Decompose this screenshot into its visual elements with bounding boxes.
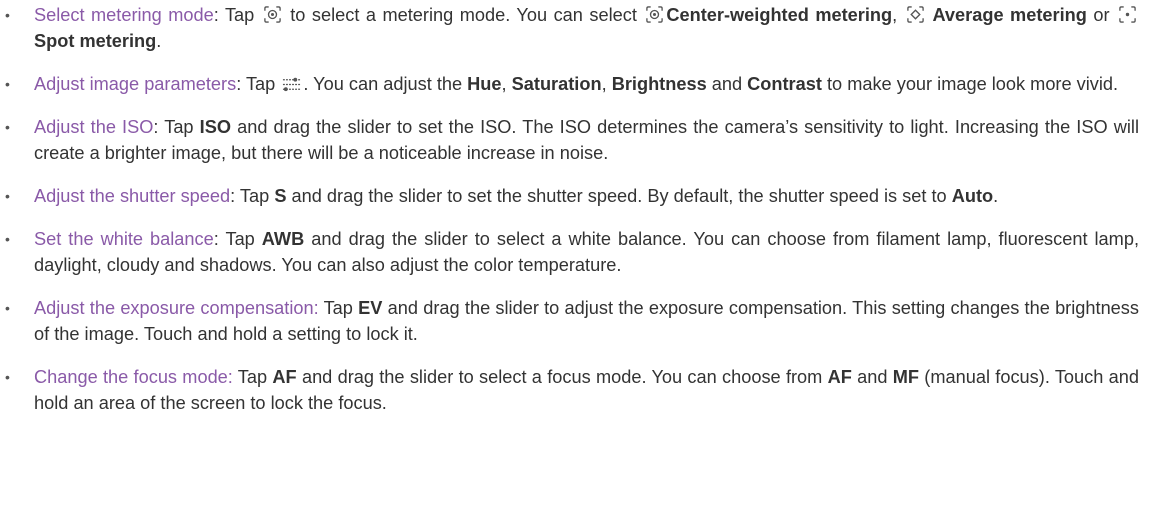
body-text: , <box>501 74 512 94</box>
body-text: : Tap <box>236 74 281 94</box>
body-text: Tap <box>232 367 273 387</box>
ui-term: AWB <box>261 229 305 249</box>
item-heading: Change the focus mode: <box>34 367 233 387</box>
body-text: and drag the slider to select a focus mo… <box>296 367 828 387</box>
body-text: , <box>892 5 904 25</box>
list-item: • Adjust the shutter speed: Tap S and dra… <box>0 183 1139 209</box>
ui-term: S <box>274 186 287 206</box>
body-text: . You can adjust the <box>303 74 468 94</box>
body-text: : Tap <box>213 5 261 25</box>
sliders-icon <box>282 74 301 93</box>
bullet: • <box>5 300 10 316</box>
body-text: : Tap <box>213 229 262 249</box>
body-text: and drag the slider to set the shutter s… <box>286 186 952 206</box>
body-text: and <box>706 74 748 94</box>
body-text: : Tap <box>230 186 275 206</box>
instruction-list: • Select metering mode: Tap to select a m… <box>0 0 1153 416</box>
bullet: • <box>5 119 10 135</box>
body-text: Tap <box>318 298 359 318</box>
item-heading: Adjust image parameters <box>34 74 237 94</box>
ui-term: EV <box>358 298 383 318</box>
ui-term: AF <box>827 367 852 387</box>
ui-term: Auto <box>951 186 994 206</box>
ui-term: Spot metering <box>34 31 157 51</box>
body-text: and <box>851 367 893 387</box>
bullet: • <box>5 231 10 247</box>
center-weighted-metering-icon <box>645 5 664 24</box>
body-text: , <box>601 74 612 94</box>
body-text: to make your image look more vivid. <box>821 74 1119 94</box>
list-item: • Change the focus mode: Tap AF and drag … <box>0 364 1139 416</box>
item-heading: Adjust the shutter speed <box>34 186 231 206</box>
bullet: • <box>5 7 10 23</box>
average-metering-icon <box>906 5 925 24</box>
ui-term: Brightness <box>611 74 707 94</box>
body-text: . <box>156 31 162 51</box>
item-heading: Set the white balance <box>34 229 214 249</box>
ui-term: MF <box>892 367 920 387</box>
list-item: • Adjust the exposure compensation: Tap E… <box>0 295 1139 347</box>
list-item: • Set the white balance: Tap AWB and drag… <box>0 226 1139 278</box>
body-text: or <box>1086 5 1116 25</box>
ui-term: Center-weighted metering <box>666 5 893 25</box>
bullet: • <box>5 188 10 204</box>
ui-term: Contrast <box>747 74 822 94</box>
bullet: • <box>5 369 10 385</box>
ui-term: Average metering <box>926 5 1087 25</box>
ui-term: AF <box>272 367 297 387</box>
ui-term: ISO <box>199 117 231 137</box>
list-item: • Adjust the ISO: Tap ISO and drag the sl… <box>0 114 1139 166</box>
bullet: • <box>5 76 10 92</box>
ui-term: Hue <box>467 74 502 94</box>
item-heading: Adjust the ISO <box>34 117 154 137</box>
item-heading: Select metering mode <box>34 5 214 25</box>
list-item: • Select metering mode: Tap to select a m… <box>0 2 1139 54</box>
body-text: to select a metering mode. You can selec… <box>283 5 644 25</box>
list-item: • Adjust image parameters: Tap . You can … <box>0 71 1139 97</box>
body-text: . <box>993 186 999 206</box>
spot-metering-icon <box>1118 5 1137 24</box>
center-weighted-metering-icon <box>263 5 282 24</box>
body-text: : Tap <box>153 117 200 137</box>
ui-term: Saturation <box>511 74 602 94</box>
item-heading: Adjust the exposure compensation: <box>34 298 319 318</box>
